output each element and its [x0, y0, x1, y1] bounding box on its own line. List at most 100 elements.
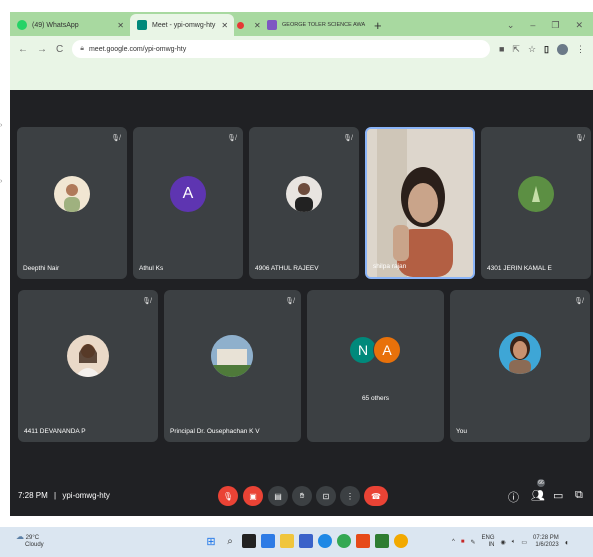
close-tab-icon[interactable]: ✕	[248, 21, 260, 30]
participant-name: 4301 JERIN KAMAL E	[487, 265, 552, 272]
tab-meet[interactable]: Meet - ypi-omwg-hty ✕	[130, 14, 234, 36]
mic-toggle-button[interactable]: 🎙︎	[218, 486, 238, 506]
new-tab-button[interactable]: +	[368, 18, 390, 36]
chevron-up-icon[interactable]: ^	[452, 539, 455, 545]
language-bottom: IN	[488, 542, 495, 548]
person-photo-icon	[499, 332, 541, 374]
participant-tile[interactable]: 🎙︎̸ 4411 DEVANANDA P	[18, 290, 158, 442]
participant-tile[interactable]: 🎙︎̸ 4906 ATHUL RAJEEV	[249, 127, 359, 279]
self-tile[interactable]: 🎙︎̸ You	[450, 290, 590, 442]
windows-start-icon[interactable]: ⊞	[204, 534, 218, 548]
activities-icon[interactable]: ⧉	[575, 489, 583, 502]
sidebar-icon[interactable]: ▯	[544, 44, 549, 55]
close-tab-icon[interactable]: ✕	[111, 21, 124, 30]
close-window-button[interactable]: ✕	[575, 20, 583, 31]
zoom-app-icon[interactable]	[261, 534, 275, 548]
url-field[interactable]: 🔒︎ meet.google.com/ypi-omwg-hty	[72, 40, 490, 58]
meeting-code: ypi-omwg-hty	[62, 491, 110, 500]
volume-icon[interactable]: 🔈︎	[512, 539, 516, 546]
avatar: A	[373, 336, 401, 364]
taskbar-apps: ⊞ ⌕	[204, 534, 408, 548]
tab-search-icon[interactable]: ⌄	[507, 20, 515, 31]
taskbar-clock[interactable]: 07:28 PM 1/6/2023	[533, 535, 559, 549]
weather-widget[interactable]: ☁︎ 29°C Cloudy	[16, 533, 44, 549]
mic-off-icon: 🎙︎̸	[575, 135, 584, 142]
separator: |	[54, 491, 57, 500]
excel-icon[interactable]	[375, 534, 389, 548]
chat-icon[interactable]: ▭	[553, 489, 563, 502]
captions-button[interactable]: ▤	[268, 486, 288, 506]
others-tile[interactable]: N A 65 others	[307, 290, 444, 442]
mic-off-icon: 🎙︎̸	[343, 135, 352, 142]
minimize-button[interactable]: –	[530, 20, 535, 31]
raise-hand-button[interactable]: ✋︎	[292, 486, 312, 506]
participant-tile[interactable]: 🎙︎̸ A Athul Ks	[133, 127, 243, 279]
tab-label: GEORGE TOLER SCIENCE AWA	[282, 22, 366, 28]
avatar	[518, 176, 554, 212]
video-feed	[367, 129, 473, 277]
tab-science-award[interactable]: GEORGE TOLER SCIENCE AWA ✕	[260, 14, 368, 36]
participant-count-badge: 66	[537, 479, 545, 487]
mic-off-icon: 🎙︎̸	[285, 298, 294, 305]
store-icon[interactable]	[299, 534, 313, 548]
back-icon[interactable]: ←	[18, 44, 28, 55]
end-call-button[interactable]: ☎	[364, 486, 388, 506]
cloud-icon: ☁︎	[16, 532, 24, 541]
reload-icon[interactable]: C	[56, 44, 63, 55]
screen: › › (49) WhatsApp ✕ Meet - ypi-omwg-hty …	[0, 0, 593, 557]
menu-kebab-icon[interactable]: ⋮	[576, 44, 585, 55]
avatar	[211, 335, 253, 377]
language-indicator[interactable]: ENG IN	[481, 535, 494, 549]
captions-icon: ▤	[274, 491, 282, 501]
leaf-logo-icon	[518, 176, 554, 212]
tab-whatsapp[interactable]: (49) WhatsApp ✕	[10, 14, 130, 36]
present-button[interactable]: ⊡	[316, 486, 336, 506]
avatar	[286, 176, 322, 212]
participant-name: Athul Ks	[139, 265, 164, 272]
profile-avatar[interactable]	[557, 43, 568, 55]
office-icon[interactable]	[356, 534, 370, 548]
wifi-icon[interactable]: ◉	[501, 539, 506, 546]
pen-icon[interactable]: ✎	[470, 539, 475, 546]
camera-toggle-button[interactable]: ▣	[243, 486, 263, 506]
participant-tile[interactable]: 🎙︎̸ Deepthi Nair	[17, 127, 127, 279]
bookmarks-bar	[10, 62, 593, 90]
taskbar-date: 1/6/2023	[535, 542, 559, 548]
avatar: A	[170, 176, 206, 212]
participant-video-tile[interactable]: ⁝ shilpa rajan	[365, 127, 475, 279]
bookmark-star-icon[interactable]: ☆	[528, 44, 536, 55]
camera-indicator-icon[interactable]: ■	[499, 44, 504, 54]
forward-icon[interactable]: →	[37, 44, 47, 55]
edge-browser-icon[interactable]	[318, 534, 332, 548]
file-explorer-icon[interactable]	[280, 534, 294, 548]
chrome-browser-icon[interactable]	[337, 534, 351, 548]
meeting-time-code: 7:28 PM | ypi-omwg-hty	[18, 491, 110, 500]
participant-tile[interactable]: 🎙︎̸ 4301 JERIN KAMAL E	[481, 127, 591, 279]
close-tab-icon[interactable]: ✕	[365, 21, 368, 30]
app-tray-icon[interactable]: ■	[461, 539, 465, 545]
more-options-button[interactable]: ⋮	[340, 486, 360, 506]
person-photo-icon	[64, 184, 80, 212]
people-icon[interactable]: 👥︎	[531, 489, 545, 502]
close-tab-icon[interactable]: ✕	[215, 21, 228, 30]
maximize-button[interactable]: ❐	[551, 20, 559, 31]
search-icon[interactable]: ⌕	[223, 534, 237, 548]
battery-icon[interactable]: ▭	[521, 539, 527, 546]
meeting-info-icon[interactable]: ⓘ	[508, 489, 519, 505]
participant-name: Deepthi Nair	[23, 265, 60, 272]
camera-off-icon: ▣	[249, 491, 257, 501]
person-photo-icon	[295, 183, 313, 212]
language-top: ENG	[481, 535, 495, 541]
share-icon[interactable]: ⇱	[512, 44, 520, 55]
app-icon[interactable]	[394, 534, 408, 548]
participant-name: Principal Dr. Ousephachan K V	[170, 428, 260, 435]
avatar	[54, 176, 90, 212]
edge-mark: ›	[0, 122, 3, 129]
tab-recording[interactable]: ✕	[234, 14, 260, 36]
participant-name: You	[456, 428, 467, 435]
whatsapp-icon	[17, 20, 27, 30]
task-view-icon[interactable]	[242, 534, 256, 548]
browser-toolbar: ■ ⇱ ☆ ▯ ⋮	[499, 43, 585, 55]
notification-icon[interactable]: ◐	[565, 538, 570, 547]
participant-tile[interactable]: 🎙︎̸ Principal Dr. Ousephachan K V	[164, 290, 301, 442]
